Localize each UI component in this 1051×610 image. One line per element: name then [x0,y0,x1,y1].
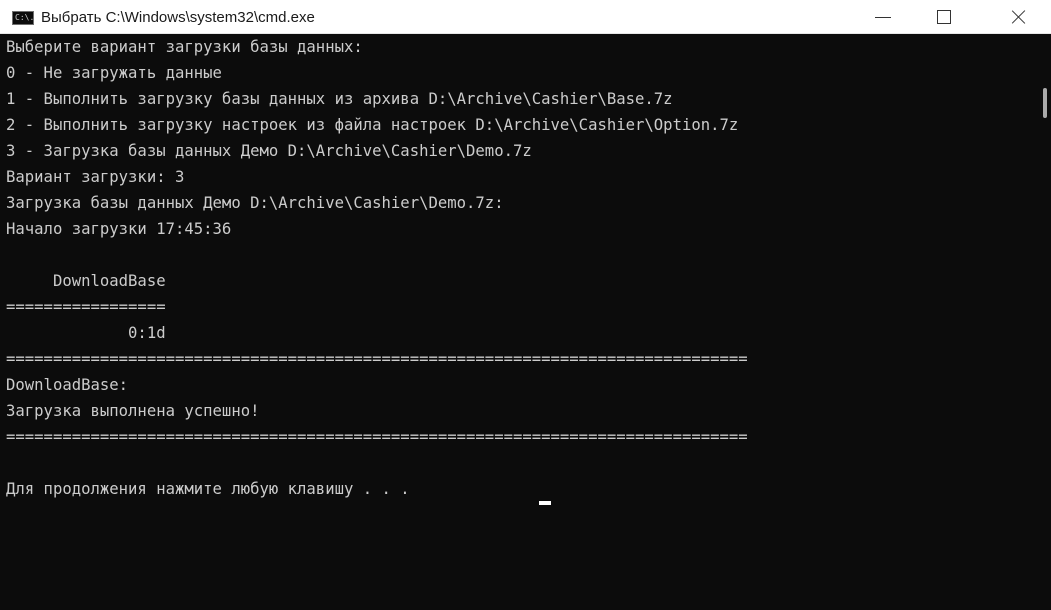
console-line: 0:1d [6,324,166,342]
console-line: ========================================… [6,350,748,368]
console-line: Загрузка базы данных Демо D:\Archive\Cas… [6,194,504,212]
console-line: 2 - Выполнить загрузку настроек из файла… [6,116,739,134]
title-bar[interactable]: C:\. Выбрать C:\Windows\system32\cmd.exe [0,0,1051,34]
console-line: Загрузка выполнена успешно! [6,402,260,420]
console-line: 1 - Выполнить загрузку базы данных из ар… [6,90,673,108]
cmd-icon[interactable]: C:\. [12,11,34,25]
console-line: DownloadBase [6,272,166,290]
console-line: Для продолжения нажмите любую клавишу . … [6,480,420,498]
window-title: Выбрать C:\Windows\system32\cmd.exe [41,9,315,26]
console-line: Выберите вариант загрузки базы данных: [6,38,363,56]
console-line: DownloadBase: [6,376,129,394]
console-line: 3 - Загрузка базы данных Демо D:\Archive… [6,142,532,160]
console-output[interactable]: Выберите вариант загрузки базы данных: 0… [0,34,1036,610]
minimize-icon [875,17,891,18]
close-button[interactable] [986,0,1038,34]
scrollbar-thumb[interactable] [1043,88,1047,118]
console-line: Вариант загрузки: 3 [6,168,185,186]
close-icon [1011,9,1027,25]
minimize-button[interactable] [857,0,909,34]
maximize-button[interactable] [918,0,970,34]
console-line: Начало загрузки 17:45:36 [6,220,232,238]
cmd-window: C:\. Выбрать C:\Windows\system32\cmd.exe… [0,0,1051,610]
maximize-icon [937,10,951,24]
console-line: 0 - Не загружать данные [6,64,222,82]
console-line: ========================================… [6,428,748,446]
text-cursor [539,501,551,505]
vertical-scrollbar[interactable] [1036,34,1051,610]
console-line: ================= [6,298,166,316]
